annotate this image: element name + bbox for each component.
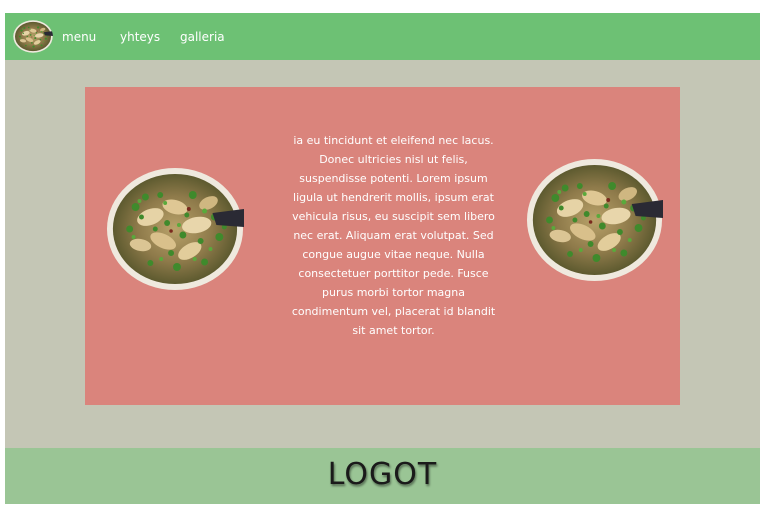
soup-bowl-image-left	[106, 167, 244, 291]
nav-link-yhteys[interactable]: yhteys	[120, 29, 160, 45]
soup-bowl-logo-graphic	[13, 20, 53, 53]
soup-bowl-image-right	[526, 158, 663, 282]
page-frame: menu yhteys galleria ia eu tincidunt et …	[5, 13, 760, 504]
nav-link-galleria[interactable]: galleria	[180, 29, 225, 45]
soup-bowl-logo-icon[interactable]	[13, 20, 53, 53]
nav-link-menu[interactable]: menu	[62, 29, 96, 45]
content-panel: ia eu tincidunt et eleifend nec lacus. D…	[85, 87, 680, 405]
footer-logo-text: LOGOT	[327, 457, 438, 492]
top-navigation-bar: menu yhteys galleria	[5, 13, 760, 60]
soup-bowl-icon	[106, 167, 244, 291]
body-paragraph: ia eu tincidunt et eleifend nec lacus. D…	[291, 134, 496, 337]
soup-bowl-icon	[526, 158, 663, 282]
footer: LOGOT	[5, 448, 760, 504]
